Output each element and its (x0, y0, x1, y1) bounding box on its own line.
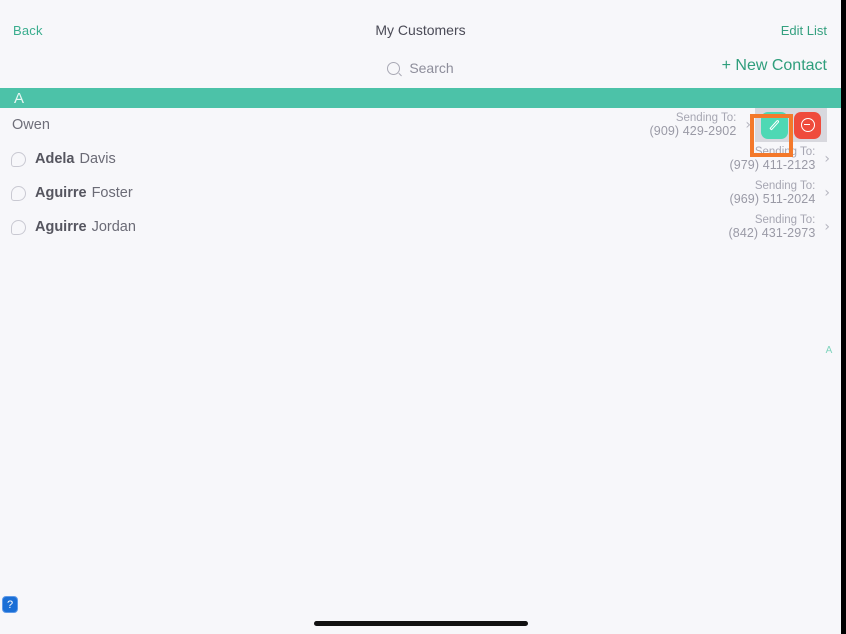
sending-to-phone: (969) 511-2024 (729, 192, 816, 206)
app-window: Back My Customers Edit List Search + New… (0, 0, 846, 634)
sending-to-label: Sending To: (675, 112, 737, 124)
contact-row-actions: Sending To: (842) 431-2973 › (729, 210, 842, 244)
contact-identity: Aguirre Foster (0, 176, 133, 210)
chevron-right-icon[interactable]: › (745, 117, 751, 133)
sending-to-label: Sending To: (754, 214, 816, 226)
contact-list: Owen Sending To: (909) 429-2902 › Adela Davis… (0, 108, 841, 244)
chevron-right-icon[interactable]: › (824, 151, 830, 167)
contact-first-name: Adela (35, 151, 75, 167)
edit-contact-button[interactable] (761, 111, 788, 139)
chevron-right-icon[interactable]: › (824, 185, 830, 201)
sending-to-phone: (842) 431-2973 (728, 226, 816, 240)
avatar-icon (11, 219, 26, 235)
minus-circle-icon (800, 118, 815, 132)
new-contact-button[interactable]: + New Contact (722, 57, 827, 75)
sending-to-phone: (979) 411-2123 (729, 158, 816, 172)
search-placeholder: Search (409, 60, 454, 76)
delete-contact-button[interactable] (794, 111, 821, 139)
contact-last-name: Davis (79, 151, 116, 167)
contact-row-actions: Sending To: (909) 429-2902 › (650, 108, 842, 142)
sending-to-block: Sending To: (909) 429-2902 (650, 112, 737, 138)
sending-to-block: Sending To: (969) 511-2024 (729, 180, 815, 206)
section-header-a: A (0, 88, 841, 108)
contact-first-name: Aguirre (35, 219, 87, 235)
contact-identity: Adela Davis (0, 142, 116, 176)
sending-to-label: Sending To: (754, 146, 816, 158)
sending-to-block: Sending To: (842) 431-2973 (729, 214, 816, 240)
navigation-bar: Back My Customers Edit List (0, 0, 841, 48)
search-input[interactable]: Search (0, 60, 841, 76)
page-title: My Customers (375, 22, 466, 38)
sending-to-label: Sending To: (754, 180, 816, 192)
sending-to-phone: (909) 429-2902 (649, 124, 737, 138)
contact-identity: Aguirre Jordan (0, 210, 136, 244)
alphabet-index[interactable]: A (824, 345, 834, 356)
home-indicator (313, 621, 528, 626)
avatar-icon (11, 185, 26, 201)
help-button[interactable]: ? (2, 596, 18, 613)
contact-first-name: Aguirre (35, 185, 87, 201)
search-icon (387, 61, 401, 75)
contact-identity: Owen (0, 108, 50, 142)
contact-row[interactable]: Aguirre Jordan Sending To: (842) 431-2973 › (0, 210, 841, 244)
avatar-icon (11, 151, 26, 167)
row-action-tray (755, 108, 827, 142)
contact-row[interactable]: Aguirre Foster Sending To: (969) 511-2024 › (0, 176, 841, 210)
pencil-icon (768, 119, 781, 132)
section-header-letter: A (14, 90, 25, 107)
contact-last-name: Foster (91, 185, 133, 201)
edit-list-button[interactable]: Edit List (781, 23, 827, 38)
contact-last-name: Owen (12, 117, 50, 133)
search-bar-row: Search (0, 48, 841, 89)
contact-row-actions: Sending To: (969) 511-2024 › (729, 176, 841, 210)
contact-row[interactable]: Owen Sending To: (909) 429-2902 › (0, 108, 841, 142)
contact-last-name: Jordan (91, 219, 136, 235)
chevron-right-icon[interactable]: › (824, 219, 830, 235)
sending-to-block: Sending To: (979) 411-2123 (729, 146, 815, 172)
contact-row-actions: Sending To: (979) 411-2123 › (729, 142, 841, 176)
contact-row[interactable]: Adela Davis Sending To: (979) 411-2123 › (0, 142, 841, 176)
